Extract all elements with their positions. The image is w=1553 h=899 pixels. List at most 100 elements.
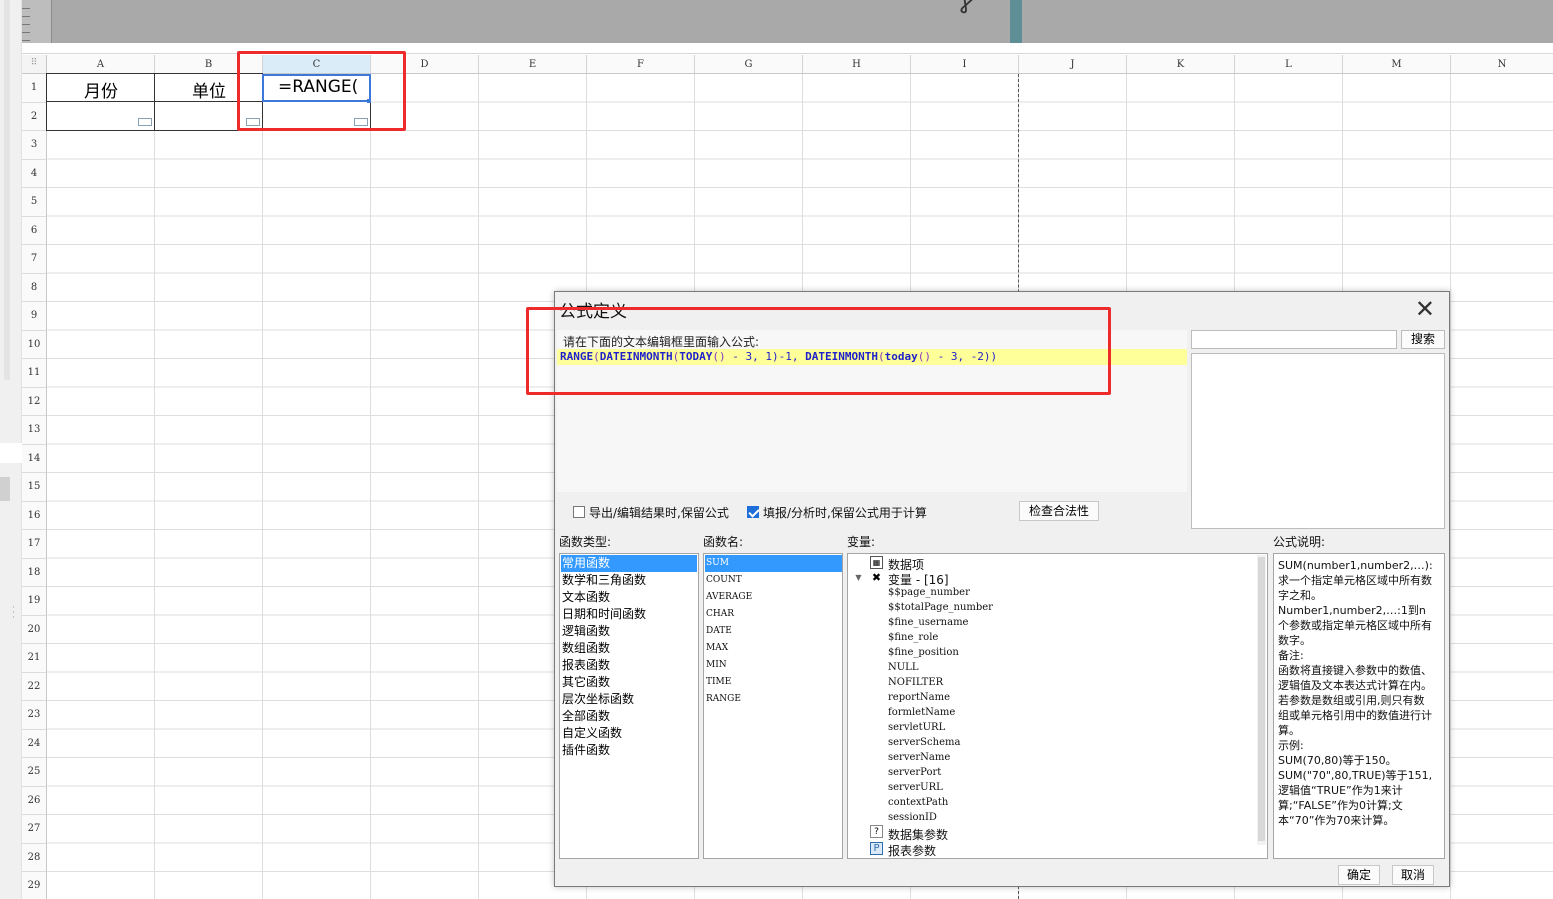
fill-keep-formula-checkbox[interactable] xyxy=(747,506,759,518)
category-list[interactable]: 常用函数 数学和三角函数 文本函数 日期和时间函数 逻辑函数 数组函数 报表函数 其它函数 层次… xyxy=(559,553,699,859)
row-header[interactable]: 27 xyxy=(22,815,47,844)
row-header[interactable]: 13 xyxy=(22,416,47,445)
scroll-thumb[interactable] xyxy=(1258,557,1265,841)
variable-item[interactable]: servletURL xyxy=(888,722,945,733)
select-all-corner[interactable]: ⠿ xyxy=(22,55,47,74)
row-header[interactable]: 22 xyxy=(22,672,47,701)
function-item[interactable]: MAX xyxy=(705,640,842,657)
variable-item[interactable]: serverName xyxy=(888,752,950,763)
function-item[interactable]: AVERAGE xyxy=(705,589,842,606)
variable-item[interactable]: serverSchema xyxy=(888,737,960,748)
tree-item-variables[interactable]: 变量 - [16] xyxy=(888,571,949,588)
variables-tree[interactable]: ▦ 数据项 ▼ ✖ 变量 - [16] $$page_number $$total… xyxy=(847,553,1268,859)
export-keep-formula-option[interactable]: 导出/编辑结果时,保留公式 xyxy=(573,503,729,521)
row-header[interactable]: 5 xyxy=(22,188,47,217)
variable-item[interactable]: $fine_username xyxy=(888,617,968,628)
ok-button[interactable]: 确定 xyxy=(1338,865,1380,885)
function-item[interactable]: COUNT xyxy=(705,572,842,589)
function-item[interactable]: DATE xyxy=(705,623,842,640)
variable-item[interactable]: serverPort xyxy=(888,767,941,778)
row-header[interactable]: 17 xyxy=(22,530,47,559)
variable-item[interactable]: formletName xyxy=(888,707,955,718)
function-list[interactable]: SUM COUNT AVERAGE CHAR DATE MAX MIN TIME RANGE xyxy=(703,553,843,859)
category-item[interactable]: 文本函数 xyxy=(561,589,697,606)
variable-item[interactable]: reportName xyxy=(888,692,950,703)
row-header[interactable]: 21 xyxy=(22,644,47,673)
column-header[interactable]: F xyxy=(587,55,695,74)
cancel-button[interactable]: 取消 xyxy=(1392,865,1434,885)
column-header[interactable]: I xyxy=(911,55,1019,74)
row-header[interactable]: 3 xyxy=(22,131,47,160)
search-input[interactable] xyxy=(1191,330,1397,349)
column-header[interactable]: K xyxy=(1127,55,1235,74)
variable-item[interactable]: contextPath xyxy=(888,797,948,808)
row-header[interactable]: 23 xyxy=(22,701,47,730)
row-header[interactable]: 28 xyxy=(22,843,47,872)
variable-item[interactable]: $$page_number xyxy=(888,587,970,598)
expand-arrow-icon[interactable]: ▼ xyxy=(852,572,865,585)
row-header[interactable]: 4 xyxy=(22,159,47,188)
category-item[interactable]: 插件函数 xyxy=(561,742,697,759)
variable-item[interactable]: sessionID xyxy=(888,812,937,823)
canvas-splitter[interactable] xyxy=(1010,0,1022,43)
column-header[interactable]: G xyxy=(695,55,803,74)
row-header[interactable]: 20 xyxy=(22,615,47,644)
cell-a1[interactable]: 月份 xyxy=(46,73,155,102)
row-header[interactable]: 25 xyxy=(22,758,47,787)
variable-item[interactable]: serverURL xyxy=(888,782,943,793)
variable-item[interactable]: $fine_position xyxy=(888,647,959,658)
scroll-thumb[interactable] xyxy=(4,0,10,380)
row-header[interactable]: 10 xyxy=(22,330,47,359)
variable-item[interactable]: $fine_role xyxy=(888,632,938,643)
category-item[interactable]: 数学和三角函数 xyxy=(561,572,697,589)
export-keep-formula-checkbox[interactable] xyxy=(573,506,585,518)
row-header[interactable]: 24 xyxy=(22,729,47,758)
column-header[interactable]: M xyxy=(1343,55,1451,74)
fill-keep-formula-option[interactable]: 填报/分析时,保留公式用于计算 xyxy=(747,503,927,521)
function-item[interactable]: CHAR xyxy=(705,606,842,623)
row-header[interactable]: 16 xyxy=(22,501,47,530)
variable-item[interactable]: NOFILTER xyxy=(888,677,943,688)
row-header[interactable]: 9 xyxy=(22,302,47,331)
category-item[interactable]: 层次坐标函数 xyxy=(561,691,697,708)
category-item[interactable]: 其它函数 xyxy=(561,674,697,691)
search-button[interactable]: 搜索 xyxy=(1401,330,1445,349)
search-results[interactable] xyxy=(1191,353,1445,529)
category-item[interactable]: 数组函数 xyxy=(561,640,697,657)
column-header[interactable]: J xyxy=(1019,55,1127,74)
drag-handle-icon[interactable]: · · · xyxy=(12,604,15,623)
column-header[interactable]: A xyxy=(47,55,155,74)
validate-button[interactable]: 检查合法性 xyxy=(1019,501,1099,521)
cell-a2[interactable] xyxy=(46,101,155,131)
category-item[interactable]: 全部函数 xyxy=(561,708,697,725)
function-item[interactable]: TIME xyxy=(705,674,842,691)
row-header[interactable]: 15 xyxy=(22,473,47,502)
row-header[interactable]: 18 xyxy=(22,558,47,587)
close-icon[interactable]: ✕ xyxy=(1415,296,1435,322)
left-scrollbar[interactable]: · · · xyxy=(0,0,22,899)
row-header[interactable]: 14 xyxy=(22,444,47,473)
category-item[interactable]: 日期和时间函数 xyxy=(561,606,697,623)
category-item[interactable]: 报表函数 xyxy=(561,657,697,674)
function-item[interactable]: MIN xyxy=(705,657,842,674)
category-item[interactable]: 常用函数 xyxy=(561,555,697,572)
row-header[interactable]: 7 xyxy=(22,245,47,274)
row-header[interactable]: 8 xyxy=(22,273,47,302)
variable-item[interactable]: $$totalPage_number xyxy=(888,602,993,613)
column-header[interactable]: N xyxy=(1451,55,1553,74)
row-header[interactable]: 11 xyxy=(22,359,47,388)
tree-item-report-params[interactable]: 报表参数 xyxy=(888,842,936,858)
row-header[interactable]: 2 xyxy=(22,102,47,131)
column-header[interactable]: H xyxy=(803,55,911,74)
row-header[interactable]: 12 xyxy=(22,387,47,416)
row-header[interactable]: 1 xyxy=(22,74,47,103)
category-item[interactable]: 逻辑函数 xyxy=(561,623,697,640)
column-header[interactable]: L xyxy=(1235,55,1343,74)
row-header[interactable]: 19 xyxy=(22,587,47,616)
column-header[interactable]: E xyxy=(479,55,587,74)
function-item[interactable]: RANGE xyxy=(705,691,842,708)
function-item[interactable]: SUM xyxy=(705,555,842,572)
row-header[interactable]: 6 xyxy=(22,216,47,245)
variables-scrollbar[interactable] xyxy=(1257,555,1266,845)
tree-item-dataset-params[interactable]: 数据集参数 xyxy=(888,826,948,843)
